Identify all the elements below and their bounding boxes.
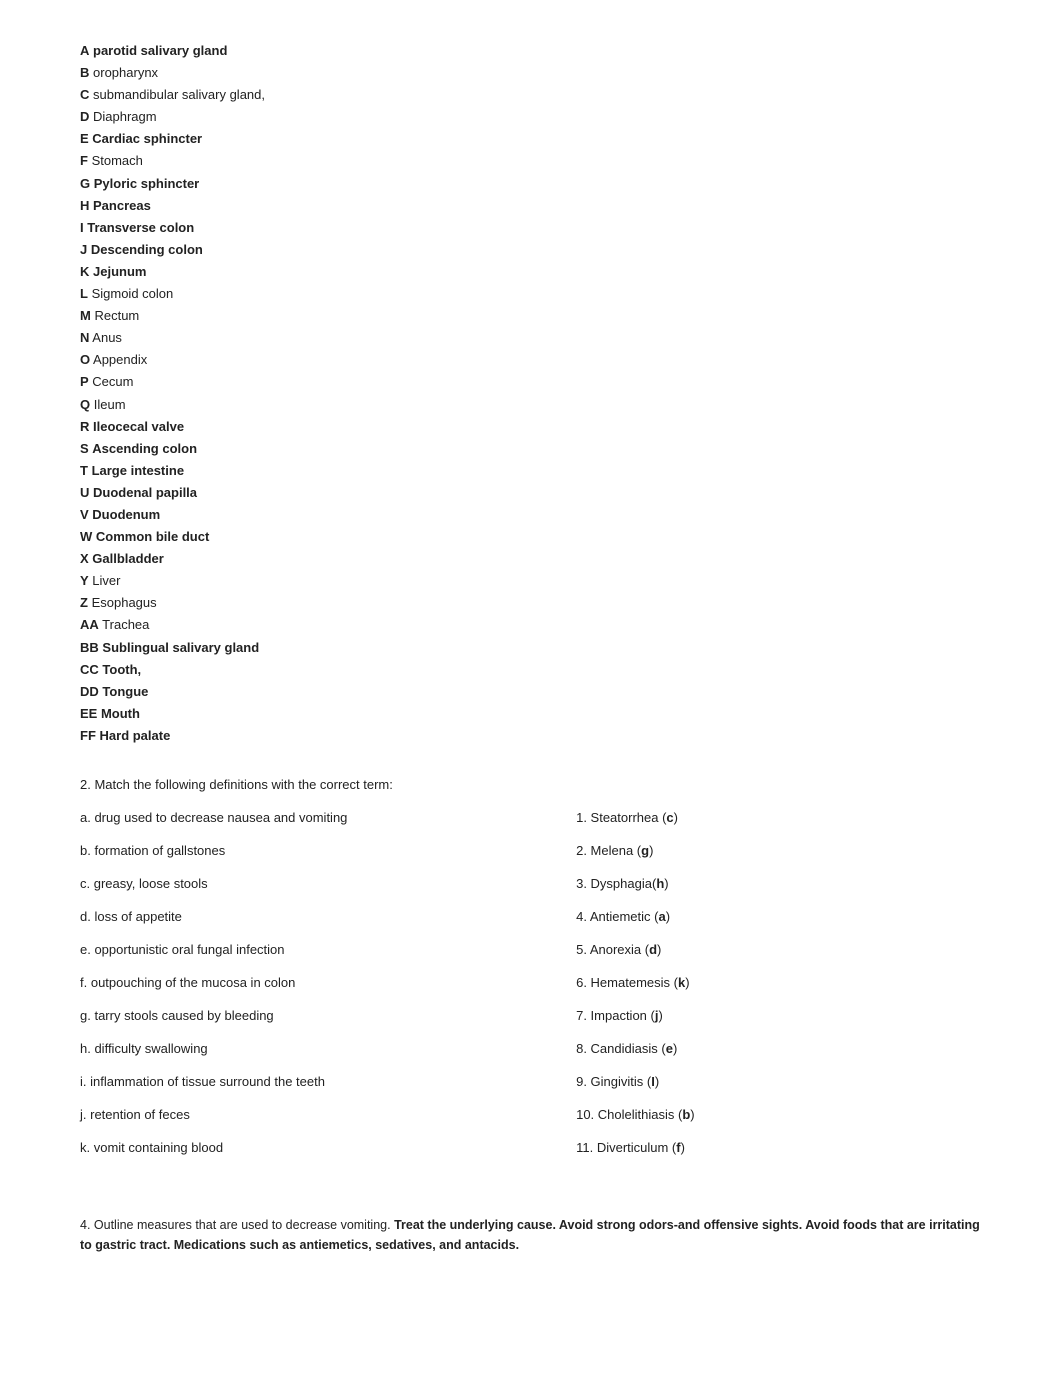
anatomy-item: EE Mouth bbox=[80, 703, 982, 725]
match-row: a. drug used to decrease nausea and vomi… bbox=[80, 810, 982, 825]
match-left: f. outpouching of the mucosa in colon bbox=[80, 975, 576, 990]
anatomy-item: O Appendix bbox=[80, 349, 982, 371]
match-row: h. difficulty swallowing8. Candidiasis (… bbox=[80, 1041, 982, 1056]
match-left: d. loss of appetite bbox=[80, 909, 576, 924]
anatomy-item: S Ascending colon bbox=[80, 438, 982, 460]
anatomy-item: N Anus bbox=[80, 327, 982, 349]
anatomy-item: K Jejunum bbox=[80, 261, 982, 283]
anatomy-item: Q Ileum bbox=[80, 394, 982, 416]
section2-title: 2. Match the following definitions with … bbox=[80, 777, 982, 792]
match-right: 3. Dysphagia(h) bbox=[576, 876, 982, 891]
anatomy-item: E Cardiac sphincter bbox=[80, 128, 982, 150]
match-row: f. outpouching of the mucosa in colon6. … bbox=[80, 975, 982, 990]
anatomy-item: D Diaphragm bbox=[80, 106, 982, 128]
anatomy-item: F Stomach bbox=[80, 150, 982, 172]
anatomy-item: Y Liver bbox=[80, 570, 982, 592]
match-left: g. tarry stools caused by bleeding bbox=[80, 1008, 576, 1023]
match-left: h. difficulty swallowing bbox=[80, 1041, 576, 1056]
footer-note: 4. Outline measures that are used to dec… bbox=[80, 1215, 982, 1255]
match-left: k. vomit containing blood bbox=[80, 1140, 576, 1155]
match-right: 9. Gingivitis (I) bbox=[576, 1074, 982, 1089]
match-left: j. retention of feces bbox=[80, 1107, 576, 1122]
anatomy-item: CC Tooth, bbox=[80, 659, 982, 681]
anatomy-item: DD Tongue bbox=[80, 681, 982, 703]
anatomy-item: C submandibular salivary gland, bbox=[80, 84, 982, 106]
match-right: 6. Hematemesis (k) bbox=[576, 975, 982, 990]
match-left: c. greasy, loose stools bbox=[80, 876, 576, 891]
match-right: 11. Diverticulum (f) bbox=[576, 1140, 982, 1155]
anatomy-item: J Descending colon bbox=[80, 239, 982, 261]
anatomy-item: L Sigmoid colon bbox=[80, 283, 982, 305]
match-right: 8. Candidiasis (e) bbox=[576, 1041, 982, 1056]
anatomy-item: X Gallbladder bbox=[80, 548, 982, 570]
match-row: i. inflammation of tissue surround the t… bbox=[80, 1074, 982, 1089]
anatomy-item: A parotid salivary gland bbox=[80, 40, 982, 62]
match-left: b. formation of gallstones bbox=[80, 843, 576, 858]
anatomy-item: H Pancreas bbox=[80, 195, 982, 217]
anatomy-item: P Cecum bbox=[80, 371, 982, 393]
anatomy-item: AA Trachea bbox=[80, 614, 982, 636]
anatomy-item: Z Esophagus bbox=[80, 592, 982, 614]
match-right: 4. Antiemetic (a) bbox=[576, 909, 982, 924]
anatomy-item: FF Hard palate bbox=[80, 725, 982, 747]
anatomy-item: R Ileocecal valve bbox=[80, 416, 982, 438]
anatomy-item: B oropharynx bbox=[80, 62, 982, 84]
anatomy-item: G Pyloric sphincter bbox=[80, 173, 982, 195]
anatomy-item: BB Sublingual salivary gland bbox=[80, 637, 982, 659]
match-table: a. drug used to decrease nausea and vomi… bbox=[80, 810, 982, 1155]
match-row: b. formation of gallstones2. Melena (g) bbox=[80, 843, 982, 858]
anatomy-item: T Large intestine bbox=[80, 460, 982, 482]
match-row: g. tarry stools caused by bleeding7. Imp… bbox=[80, 1008, 982, 1023]
match-left: a. drug used to decrease nausea and vomi… bbox=[80, 810, 576, 825]
match-row: k. vomit containing blood11. Diverticulu… bbox=[80, 1140, 982, 1155]
match-left: i. inflammation of tissue surround the t… bbox=[80, 1074, 576, 1089]
anatomy-item: M Rectum bbox=[80, 305, 982, 327]
match-right: 7. Impaction (j) bbox=[576, 1008, 982, 1023]
match-left: e. opportunistic oral fungal infection bbox=[80, 942, 576, 957]
anatomy-item: U Duodenal papilla bbox=[80, 482, 982, 504]
match-right: 5. Anorexia (d) bbox=[576, 942, 982, 957]
anatomy-item: I Transverse colon bbox=[80, 217, 982, 239]
match-row: c. greasy, loose stools3. Dysphagia(h) bbox=[80, 876, 982, 891]
anatomy-list: A parotid salivary glandB oropharynxC su… bbox=[80, 40, 982, 747]
match-row: d. loss of appetite4. Antiemetic (a) bbox=[80, 909, 982, 924]
anatomy-item: W Common bile duct bbox=[80, 526, 982, 548]
match-right: 2. Melena (g) bbox=[576, 843, 982, 858]
anatomy-item: V Duodenum bbox=[80, 504, 982, 526]
match-right: 10. Cholelithiasis (b) bbox=[576, 1107, 982, 1122]
match-right: 1. Steatorrhea (c) bbox=[576, 810, 982, 825]
match-row: j. retention of feces10. Cholelithiasis … bbox=[80, 1107, 982, 1122]
match-row: e. opportunistic oral fungal infection5.… bbox=[80, 942, 982, 957]
